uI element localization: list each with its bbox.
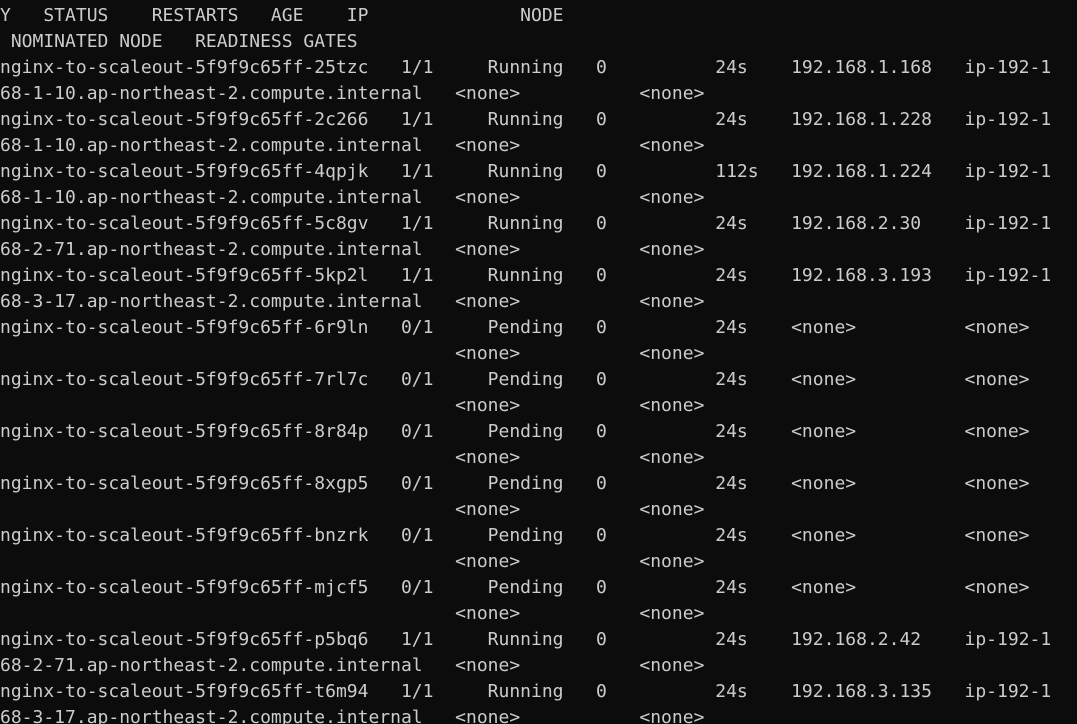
terminal-line: <none> <none> (0, 395, 705, 416)
terminal-line: 68-1-10.ap-northeast-2.compute.internal … (0, 135, 705, 156)
terminal-line: 68-3-17.ap-northeast-2.compute.internal … (0, 707, 705, 724)
terminal-line: nginx-to-scaleout-5f9f9c65ff-5kp2l 1/1 R… (0, 265, 1052, 286)
terminal-line: Y STATUS RESTARTS AGE IP NODE (0, 5, 564, 26)
terminal-line: 68-1-10.ap-northeast-2.compute.internal … (0, 83, 705, 104)
terminal-line: nginx-to-scaleout-5f9f9c65ff-mjcf5 0/1 P… (0, 577, 1030, 598)
terminal-line: <none> <none> (0, 551, 705, 572)
terminal-line: <none> <none> (0, 447, 705, 468)
terminal-line: nginx-to-scaleout-5f9f9c65ff-8r84p 0/1 P… (0, 421, 1030, 442)
terminal-line: nginx-to-scaleout-5f9f9c65ff-5c8gv 1/1 R… (0, 213, 1052, 234)
terminal-line: nginx-to-scaleout-5f9f9c65ff-25tzc 1/1 R… (0, 57, 1052, 78)
terminal-line: 68-2-71.ap-northeast-2.compute.internal … (0, 239, 705, 260)
terminal-line: nginx-to-scaleout-5f9f9c65ff-2c266 1/1 R… (0, 109, 1052, 130)
terminal-line: nginx-to-scaleout-5f9f9c65ff-8xgp5 0/1 P… (0, 473, 1030, 494)
terminal-line: nginx-to-scaleout-5f9f9c65ff-7rl7c 0/1 P… (0, 369, 1030, 390)
terminal-line: nginx-to-scaleout-5f9f9c65ff-4qpjk 1/1 R… (0, 161, 1052, 182)
terminal-line: <none> <none> (0, 499, 705, 520)
terminal-line: nginx-to-scaleout-5f9f9c65ff-p5bq6 1/1 R… (0, 629, 1052, 650)
terminal-line: nginx-to-scaleout-5f9f9c65ff-t6m94 1/1 R… (0, 681, 1052, 702)
terminal-line: nginx-to-scaleout-5f9f9c65ff-6r9ln 0/1 P… (0, 317, 1030, 338)
terminal-line: nginx-to-scaleout-5f9f9c65ff-bnzrk 0/1 P… (0, 525, 1030, 546)
terminal-line: 68-3-17.ap-northeast-2.compute.internal … (0, 291, 705, 312)
terminal-line: 68-1-10.ap-northeast-2.compute.internal … (0, 187, 705, 208)
terminal-line: 68-2-71.ap-northeast-2.compute.internal … (0, 655, 705, 676)
terminal-line: <none> <none> (0, 603, 705, 624)
terminal-line: <none> <none> (0, 343, 705, 364)
terminal-output[interactable]: Y STATUS RESTARTS AGE IP NODE NOMINATED … (0, 0, 1077, 724)
terminal-line: NOMINATED NODE READINESS GATES (0, 31, 358, 52)
